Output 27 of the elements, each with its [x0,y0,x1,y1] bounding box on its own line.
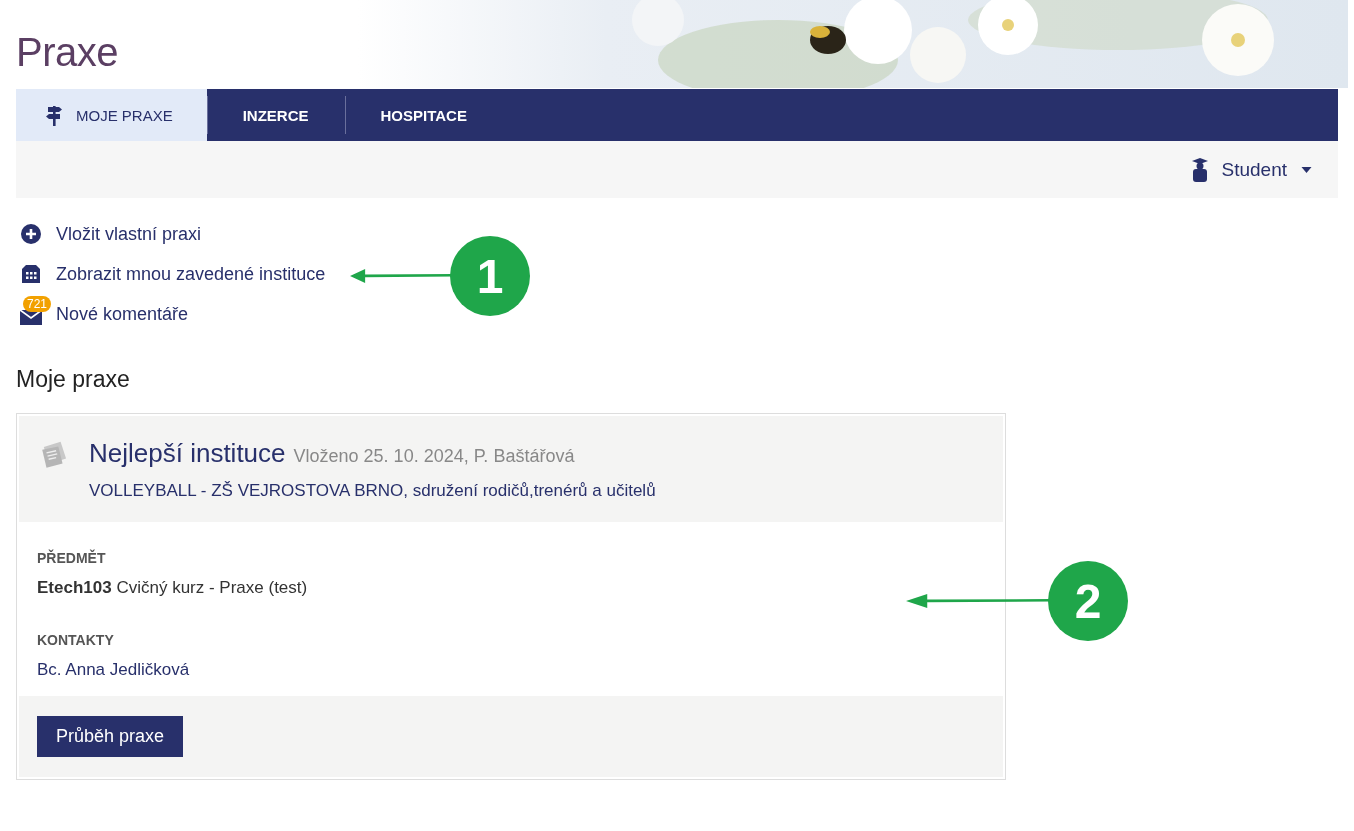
action-link[interactable]: Zobrazit mnou zavedené instituce [56,263,326,285]
action-link[interactable]: Vložit vlastní praxi [56,223,202,245]
callout-marker: 1 [450,236,530,316]
practice-meta: Vloženo 25. 10. 2024, P. Baštářová [293,446,575,467]
action-link[interactable]: Nové komentáře [56,303,189,325]
practice-title[interactable]: Nejlepší instituce [89,438,286,469]
caret-icon [1301,166,1312,173]
plus-icon [21,224,41,244]
field-label: PŘEDMĚT [37,550,107,566]
building-icon [20,265,42,283]
nav-tab[interactable]: MOJE PRAXE [16,89,207,141]
field-value: Bc. Anna Jedličková [37,660,191,680]
signpost-icon [46,104,62,126]
envelope-icon [20,309,42,325]
progress-button[interactable]: Průběh praxe [37,716,184,757]
role-dropdown[interactable]: Student [1185,156,1318,183]
callout-marker: 2 [1048,561,1128,641]
field-value: Etech103 Cvičný kurz - Praxe (test) [37,578,309,598]
section-heading: Moje praxe [16,365,131,394]
nav-tab[interactable]: INZERCE [206,89,345,141]
organization-name: VOLLEYBALL - ZŠ VEJROSTOVA BRNO, sdružení rodičů,trenérů a učitelů [89,481,656,501]
field-label: KONTAKTY [37,632,115,648]
student-icon [1191,157,1208,182]
count-badge: 721 [23,296,52,312]
document-icon [39,440,69,470]
page-title: Praxe [16,29,118,76]
nav-tab[interactable]: HOSPITACE [344,89,503,141]
